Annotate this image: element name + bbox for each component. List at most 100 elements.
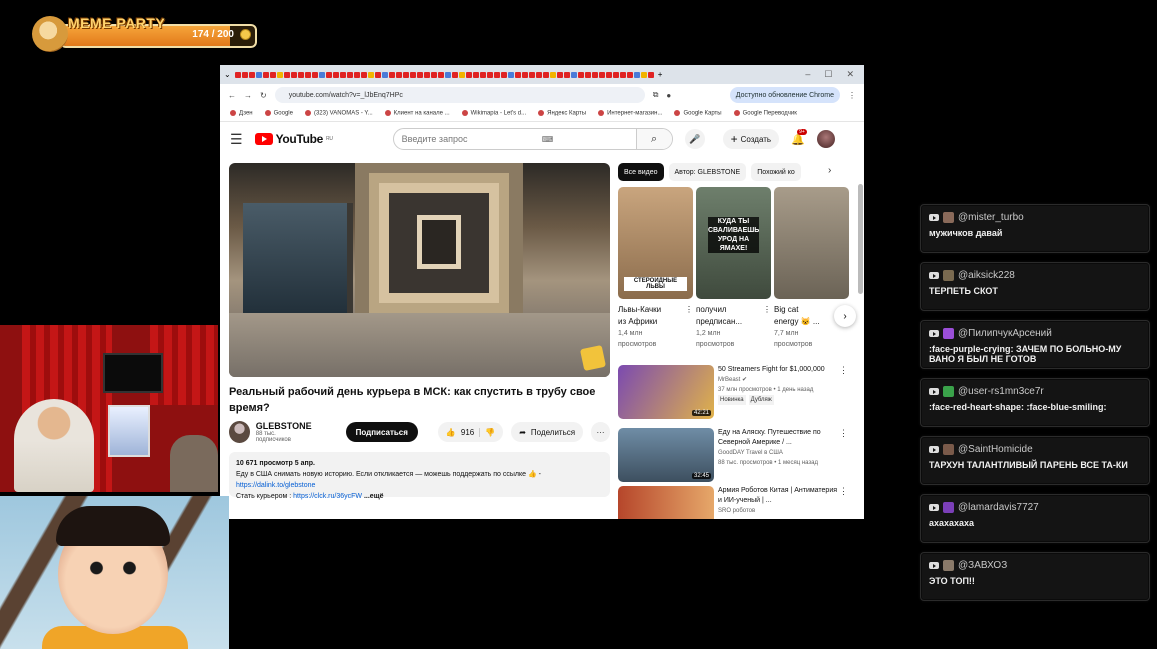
tab-strip[interactable]: ⌄ + – ☐ ✕ [220,65,864,84]
video-player[interactable] [229,163,610,377]
address-bar[interactable]: youtube.com/watch?v=_lJbEnq7HPc [274,87,645,103]
bookmark-item[interactable]: Google [265,110,293,117]
tab-favicon[interactable] [276,71,283,78]
minimize-icon[interactable]: – [805,69,810,80]
tab-favicon[interactable] [486,71,493,78]
bookmark-item[interactable]: Google Переводчик [734,110,797,117]
mic-icon[interactable]: 🎤 [684,129,705,149]
rec-thumbnail[interactable] [618,486,714,519]
short-thumbnail[interactable]: СТЕРОИДНЫЕ ЛЬВЫ [618,187,693,299]
tab-favicon[interactable] [507,71,514,78]
description-link[interactable]: https://dalink.to/glebstone [236,482,315,489]
short-item[interactable]: КУДА ТЫ СВАЛИВАЕШЬ УРОД НА ЯМАХЕ! получи… [696,187,771,350]
short-item[interactable]: Big catenergy 😺 ...⋮ 7,7 млнпросмотров [774,187,849,350]
tab-favicon[interactable] [458,71,465,78]
bookmark-item[interactable]: Клиент на канале ... [385,110,450,117]
tab-favicon[interactable] [640,71,647,78]
tab-favicon[interactable] [367,71,374,78]
back-icon[interactable]: ← [228,91,236,100]
tab-favicon[interactable] [297,71,304,78]
more-actions-button[interactable]: ··· [591,422,610,442]
tab-favicon[interactable] [416,71,423,78]
tab-favicon[interactable] [374,71,381,78]
tab-favicon[interactable] [605,71,612,78]
bookmark-item[interactable]: Интернет-магазин... [598,110,662,117]
tab-favicon[interactable] [451,71,458,78]
tab-favicon[interactable] [577,71,584,78]
tab-favicon[interactable] [311,71,318,78]
kebab-menu-icon[interactable]: ⋮ [839,365,848,419]
tab-favicon[interactable] [437,71,444,78]
tab-search-icon[interactable]: ⌄ [224,70,231,79]
account-avatar[interactable] [816,130,835,148]
tab-favicon[interactable] [619,71,626,78]
chip-similar[interactable]: Похожий ко [751,163,801,181]
bookmark-item[interactable]: Wikimapia - Let's d... [462,110,527,117]
update-chrome-button[interactable]: Доступно обновление Chrome [729,87,840,103]
tab-favicon[interactable] [472,71,479,78]
chevron-right-icon[interactable]: › [828,165,831,176]
kebab-menu-icon[interactable]: ⋮ [848,91,856,100]
tab-favicon[interactable] [269,71,276,78]
recommended-video[interactable]: 42:21 50 Streamers Fight for $1,000,000 … [618,365,848,419]
channel-watermark-icon[interactable] [579,344,607,372]
chip-all[interactable]: Все видео [618,163,664,181]
tab-favicon[interactable] [598,71,605,78]
tab-favicon[interactable] [423,71,430,78]
channel-name[interactable]: GLEBSTONE [256,421,312,431]
bookmark-item[interactable]: Яндекс Карты [538,110,586,117]
description-link[interactable]: https://clck.ru/36ycFW [293,493,362,500]
tab-favicon[interactable] [493,71,500,78]
tab-icons[interactable] [234,71,654,78]
tab-favicon[interactable] [402,71,409,78]
rec-title[interactable]: 50 Streamers Fight for $1,000,000 [718,365,839,375]
profile-icon[interactable]: ● [666,91,671,100]
tab-favicon[interactable] [465,71,472,78]
rec-thumbnail[interactable]: 42:21 [618,365,714,419]
bookmark-item[interactable]: (323) VANOMAS - Y... [305,110,373,117]
tab-favicon[interactable] [570,71,577,78]
tab-favicon[interactable] [325,71,332,78]
chip-author[interactable]: Автор: GLEBSTONE [668,163,747,181]
forward-icon[interactable]: → [244,91,252,100]
tab-favicon[interactable] [542,71,549,78]
tab-favicon[interactable] [339,71,346,78]
create-button[interactable]: + Создать [722,129,780,149]
tab-favicon[interactable] [556,71,563,78]
reload-icon[interactable]: ↻ [260,91,267,100]
rec-title[interactable]: Армия Роботов Китая | Антиматерия и ИИ-у… [718,486,839,506]
tab-favicon[interactable] [626,71,633,78]
bookmark-item[interactable]: Дзен [230,110,253,117]
tab-favicon[interactable] [262,71,269,78]
kebab-menu-icon[interactable]: ⋮ [763,304,771,328]
rec-channel[interactable]: MrBeast ✔ [718,375,839,385]
tab-favicon[interactable] [633,71,640,78]
tab-favicon[interactable] [500,71,507,78]
hamburger-menu-icon[interactable]: ☰ [230,131,243,148]
short-thumbnail[interactable]: КУДА ТЫ СВАЛИВАЕШЬ УРОД НА ЯМАХЕ! [696,187,771,299]
new-tab-button[interactable]: + [658,70,663,79]
shorts-next-button[interactable]: › [834,305,856,327]
like-count[interactable]: 916 [461,428,474,437]
youtube-logo[interactable]: YouTube RU [254,132,333,146]
thumbs-up-icon[interactable]: 👍 [446,428,456,437]
keyboard-icon[interactable]: ⌨ [542,135,554,144]
bookmark-item[interactable]: Google Карты [674,110,721,117]
close-icon[interactable]: ✕ [846,69,854,80]
subscribe-button[interactable]: Подписаться [345,422,418,442]
video-description[interactable]: 10 671 просмотр 5 апр. Еду в США снимать… [229,452,610,500]
kebab-menu-icon[interactable]: ⋮ [685,304,693,328]
recommended-video[interactable]: Армия Роботов Китая | Антиматерия и ИИ-у… [618,486,848,519]
thumbs-down-icon[interactable]: 👎 [479,427,495,437]
tab-favicon[interactable] [304,71,311,78]
maximize-icon[interactable]: ☐ [824,69,832,80]
tab-favicon[interactable] [514,71,521,78]
tab-favicon[interactable] [346,71,353,78]
tab-favicon[interactable] [444,71,451,78]
tab-favicon[interactable] [479,71,486,78]
show-more-link[interactable]: ...ещё [364,493,384,500]
short-item[interactable]: СТЕРОИДНЫЕ ЛЬВЫ Львы-Качки из Африки ⋮ 1,4… [618,187,693,350]
tab-favicon[interactable] [395,71,402,78]
scrollbar[interactable] [858,184,863,294]
search-button[interactable]: ⌕ [635,129,672,149]
